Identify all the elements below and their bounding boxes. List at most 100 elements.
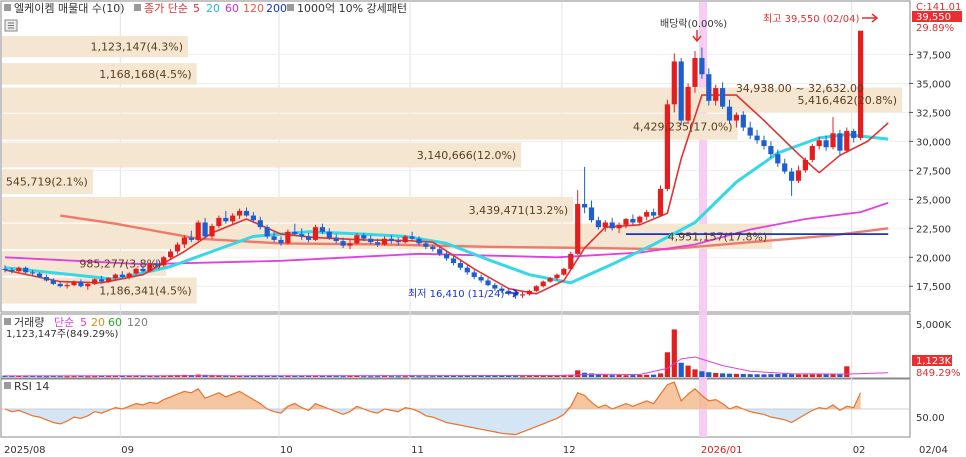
volume-profile-label: 3,140,666(12.0%) [417,149,517,162]
candle-body [105,278,112,282]
candle-body [395,241,401,243]
candle-body [823,140,829,148]
volume-bar [685,365,691,377]
volume-bar [747,374,753,377]
candle-body [264,227,270,237]
candle-body [588,207,595,221]
candle-body [519,294,526,296]
candle-body [333,237,339,242]
candle-body [423,243,429,247]
candle-body [644,212,650,217]
candle-body [651,212,657,216]
candle-body [485,280,491,286]
volume-bar [64,376,70,378]
price-tick-label: 20,000 [916,253,951,264]
candle-body [830,133,836,148]
candle-body [36,273,43,277]
candle-body [319,227,325,232]
candle-body [292,231,298,235]
candle-body [50,280,56,284]
candle-body [630,219,636,223]
volume-profile-label: 3,439,471(13.2%) [469,204,569,217]
volume-bar [340,376,346,378]
volume-bar [388,376,394,378]
volume-bar [616,375,622,377]
volume-bar [381,376,388,378]
candle-body [450,258,457,264]
legend-square-icon [4,318,11,325]
volume-bar [588,373,595,377]
ma-period-120: 120 [243,2,264,15]
volume-bar [347,376,353,378]
candle-body [126,273,132,277]
volume-profile-label: 1,123,147(4.3%) [91,41,184,54]
candle-body [692,57,698,87]
volume-profile-label: 4,429,235(17.0%) [633,121,733,134]
candle-body [775,154,781,164]
volume-bar [664,352,670,377]
candle-body [671,61,677,105]
candle-body [602,222,608,228]
vol-ma-period-60: 60 [108,316,122,329]
candle-body [64,285,70,287]
stock-name: 엘케이켐 매물대 수(10) [14,2,125,15]
candle-body [230,215,236,222]
candle-body [368,238,374,243]
price-tick-label: 35,000 [916,79,951,90]
volume-bar [671,329,677,377]
volume-bar [43,376,49,378]
volume-bar [416,376,422,378]
candle-body [30,272,36,274]
stock-chart[interactable]: 1,123,147(4.3%) 1,168,168(4.5%) 5,416,462(… [0,0,966,457]
volume-axis-current: 1,123K [916,356,952,367]
rsi-axis: 50.00 [916,413,945,424]
price-tick-label: 17,500 [916,282,951,293]
price-axis: 17,500 20,000 22,500 25,000 27,500 30,000 32,5… [909,51,951,293]
candle-body [575,203,581,254]
candle-body [257,220,263,228]
rsi-axis-tick: 50.00 [916,413,945,424]
volume-label: 거래량 [14,316,44,329]
candle-body [706,74,712,101]
candle-body [595,220,601,228]
high-label: 최고 39,550 (02/04) [763,13,859,25]
volume-axis: 5,000K 1,123K 849.29% [912,320,961,379]
candle-body [340,241,346,246]
candle-body [326,231,332,238]
volume-bar [713,373,719,377]
candle-body [816,140,822,147]
candle-body [416,238,422,244]
candle-body [637,216,643,223]
legend-square-icon [4,4,11,11]
candle-body [278,239,284,244]
price-tick-label: 30,000 [916,137,951,148]
candle-body [809,146,815,160]
volume-bar [409,376,415,378]
candle-body [437,249,443,254]
candle-body [174,244,181,252]
price-axis-top: C:141.01 39,550 29.89% [912,2,962,34]
candle-body [795,170,802,181]
volume-bar [430,376,436,378]
candle-body [112,274,118,279]
volume-bar [733,373,739,377]
candle-body [430,246,436,250]
candle-body [547,278,553,282]
candle-body [568,253,574,269]
volume-current: 1,123,147주(849.29%) [6,329,118,340]
candle-body [168,251,174,258]
ma-period-5: 5 [193,2,200,15]
volume-bar [623,375,629,377]
candle-body [99,279,105,282]
date-tick-label: 12 [563,445,576,456]
candle-body [726,106,733,121]
volume-bar [692,369,698,377]
volume-bar [457,376,463,378]
candle-body [713,88,719,101]
volume-bar [761,374,767,377]
candle-body [561,268,567,275]
volume-bar [630,375,636,377]
volume-bar [513,376,519,378]
volume-profile-label: 5,416,462(20.8%) [797,94,897,107]
volume-bar [595,374,601,377]
